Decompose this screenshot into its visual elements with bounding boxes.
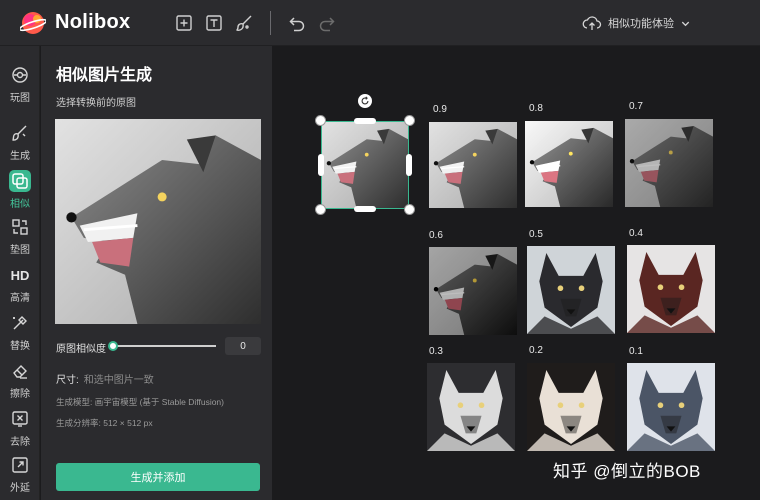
rail-item-hd[interactable]: HD 高清: [4, 262, 36, 306]
size-value: 和选中图片一致: [83, 375, 154, 386]
similarity-value-input[interactable]: 0: [225, 337, 261, 355]
result-label-0.5: 0.5: [529, 229, 543, 240]
model-info: 生成模型: 画宇宙模型 (基于 Stable Diffusion): [56, 397, 224, 407]
result-label-0.6: 0.6: [429, 230, 443, 241]
result-label-0.8: 0.8: [529, 103, 543, 114]
result-image-0.7[interactable]: [625, 119, 713, 207]
rail-item-remove[interactable]: 去除: [4, 406, 36, 450]
generate-and-add-button[interactable]: 生成并添加: [56, 463, 260, 491]
remove-icon: [12, 411, 28, 427]
magic-brush-icon: [12, 125, 27, 141]
similar-icon: [12, 173, 28, 189]
similarity-slider-handle[interactable]: [108, 341, 118, 351]
panel-subtitle: 选择转换前的原图: [56, 98, 136, 109]
rail-item-expand[interactable]: 外延: [4, 452, 36, 496]
selection-frame[interactable]: [321, 121, 409, 209]
chevron-down-icon: [681, 21, 690, 26]
feature-trial-label: 相似功能体验: [608, 18, 674, 30]
result-image-0.3[interactable]: [427, 363, 515, 451]
undo-icon: [289, 17, 305, 32]
rail-item-similar[interactable]: 相似: [4, 168, 36, 212]
result-label-0.1: 0.1: [629, 346, 643, 357]
size-row: 尺寸: 和选中图片一致: [56, 371, 154, 386]
result-image-0.4[interactable]: [627, 245, 715, 333]
hd-icon: HD: [10, 267, 30, 283]
result-label-0.7: 0.7: [629, 101, 643, 112]
rail-item-erase[interactable]: 擦除: [4, 358, 36, 402]
result-label-0.2: 0.2: [529, 345, 543, 356]
result-image-0.6[interactable]: [429, 247, 517, 335]
rotate-icon: [361, 96, 369, 105]
rotate-handle[interactable]: [358, 94, 372, 108]
watermark: 知乎 @倒立的BOB: [553, 462, 701, 481]
nolibox-logo-icon: [20, 12, 46, 34]
tool-rail: 玩图 生成 相似 垫图 HD 高清 替换 擦除 去除 外延: [0, 46, 40, 500]
panel-title: 相似图片生成: [56, 67, 153, 84]
wand-icon: [13, 316, 27, 330]
resolution-info: 生成分辨率: 512 × 512 px: [56, 418, 153, 428]
text-icon: [206, 15, 222, 31]
brush-icon: [236, 15, 252, 31]
eraser-icon: [13, 365, 27, 379]
brand-name: Nolibox: [55, 11, 131, 33]
expand-icon: [12, 457, 28, 473]
add-frame-button[interactable]: [174, 13, 194, 33]
rail-item-generate[interactable]: 生成: [4, 120, 36, 164]
rail-item-replace[interactable]: 替换: [4, 310, 36, 354]
rail-item-play[interactable]: 玩图: [4, 62, 36, 106]
redo-icon: [319, 17, 335, 32]
rail-item-pad[interactable]: 垫图: [4, 214, 36, 258]
resize-edge-bottom[interactable]: [354, 206, 376, 212]
result-image-0.1[interactable]: [627, 363, 715, 451]
similarity-slider-track[interactable]: [113, 345, 216, 347]
undo-button[interactable]: [287, 13, 307, 33]
resize-edge-right[interactable]: [406, 154, 412, 176]
result-label-0.9: 0.9: [433, 104, 447, 115]
result-label-0.4: 0.4: [629, 228, 643, 239]
result-image-0.2[interactable]: [527, 363, 615, 451]
top-bar: Nolibox 相似功能体验: [0, 0, 760, 46]
result-image-0.5[interactable]: [527, 246, 615, 334]
resize-edge-top[interactable]: [354, 118, 376, 124]
similar-settings-panel: 相似图片生成 选择转换前的原图 原图相似度 0 尺寸: 和选中图片一致 生成模型:…: [41, 46, 272, 500]
result-label-0.3: 0.3: [429, 346, 443, 357]
cloud-upload-icon: [582, 16, 602, 30]
source-image[interactable]: [55, 119, 261, 324]
resize-handle-top-right[interactable]: [404, 115, 415, 126]
brush-tool-button[interactable]: [234, 13, 254, 33]
size-label: 尺寸:: [56, 375, 79, 386]
play-icon: [12, 67, 28, 83]
result-image-0.9[interactable]: [429, 122, 517, 208]
add-text-button[interactable]: [204, 13, 224, 33]
similarity-label: 原图相似度: [56, 344, 106, 355]
result-image-0.8[interactable]: [525, 121, 613, 207]
redo-button[interactable]: [317, 13, 337, 33]
add-square-icon: [176, 15, 192, 31]
toolbar-divider: [270, 11, 271, 35]
resize-handle-bottom-right[interactable]: [404, 204, 415, 215]
resize-edge-left[interactable]: [318, 154, 324, 176]
feature-trial-menu[interactable]: 相似功能体验: [582, 13, 691, 33]
resize-handle-top-left[interactable]: [315, 115, 326, 126]
resize-handle-bottom-left[interactable]: [315, 204, 326, 215]
pad-image-icon: [12, 219, 28, 235]
